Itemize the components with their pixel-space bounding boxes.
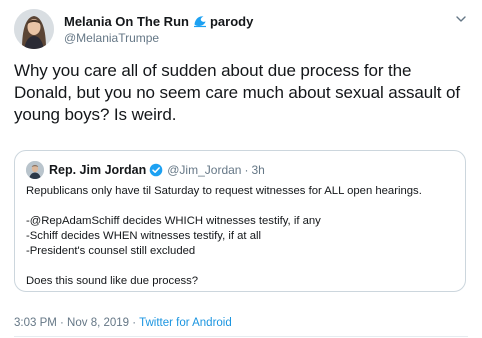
- quoted-header: Rep. Jim Jordan @Jim_Jordan · 3h: [49, 162, 265, 178]
- author-name-row: Melania On The Run parody: [64, 13, 253, 29]
- tweet-meta: 3:03 PM · Nov 8, 2019 · Twitter for Andr…: [14, 317, 232, 329]
- display-name[interactable]: Melania On The Run: [64, 14, 189, 29]
- quoted-tweet[interactable]: Rep. Jim Jordan @Jim_Jordan · 3h Republi…: [14, 150, 466, 292]
- parody-label: parody: [209, 13, 254, 29]
- tweet-text: Why you care all of sudden about due pro…: [14, 61, 461, 124]
- verified-icon: [149, 163, 163, 177]
- wave-icon: [193, 14, 207, 28]
- quoted-name[interactable]: Rep. Jim Jordan: [49, 163, 146, 177]
- author-handle[interactable]: @MelaniaTrumpe: [64, 31, 253, 45]
- quoted-line: -President's counsel still excluded: [26, 245, 196, 257]
- tweet: Melania On The Run parody @MelaniaTrumpe…: [0, 0, 482, 338]
- quoted-time[interactable]: 3h: [251, 163, 264, 177]
- quoted-avatar[interactable]: [26, 161, 44, 179]
- tweet-timestamp[interactable]: 3:03 PM · Nov 8, 2019 ·: [14, 317, 139, 329]
- quoted-spacer: [26, 199, 456, 214]
- chevron-down-icon[interactable]: [454, 12, 468, 26]
- quoted-separator: ·: [244, 163, 249, 177]
- quoted-line: -Schiff decides WHEN witnesses testify, …: [26, 230, 262, 242]
- author-block: Melania On The Run parody @MelaniaTrumpe: [64, 13, 253, 46]
- divider: [14, 336, 468, 337]
- avatar[interactable]: [14, 9, 54, 49]
- quoted-line: Republicans only have til Saturday to re…: [26, 185, 422, 197]
- tweet-source[interactable]: Twitter for Android: [139, 317, 232, 329]
- quoted-line: -@RepAdamSchiff decides WHICH witnesses …: [26, 215, 321, 227]
- quoted-spacer: [26, 259, 456, 274]
- quoted-handle[interactable]: @Jim_Jordan: [167, 163, 241, 177]
- quoted-body: Republicans only have til Saturday to re…: [26, 184, 456, 289]
- quoted-line: Does this sound like due process?: [26, 275, 199, 287]
